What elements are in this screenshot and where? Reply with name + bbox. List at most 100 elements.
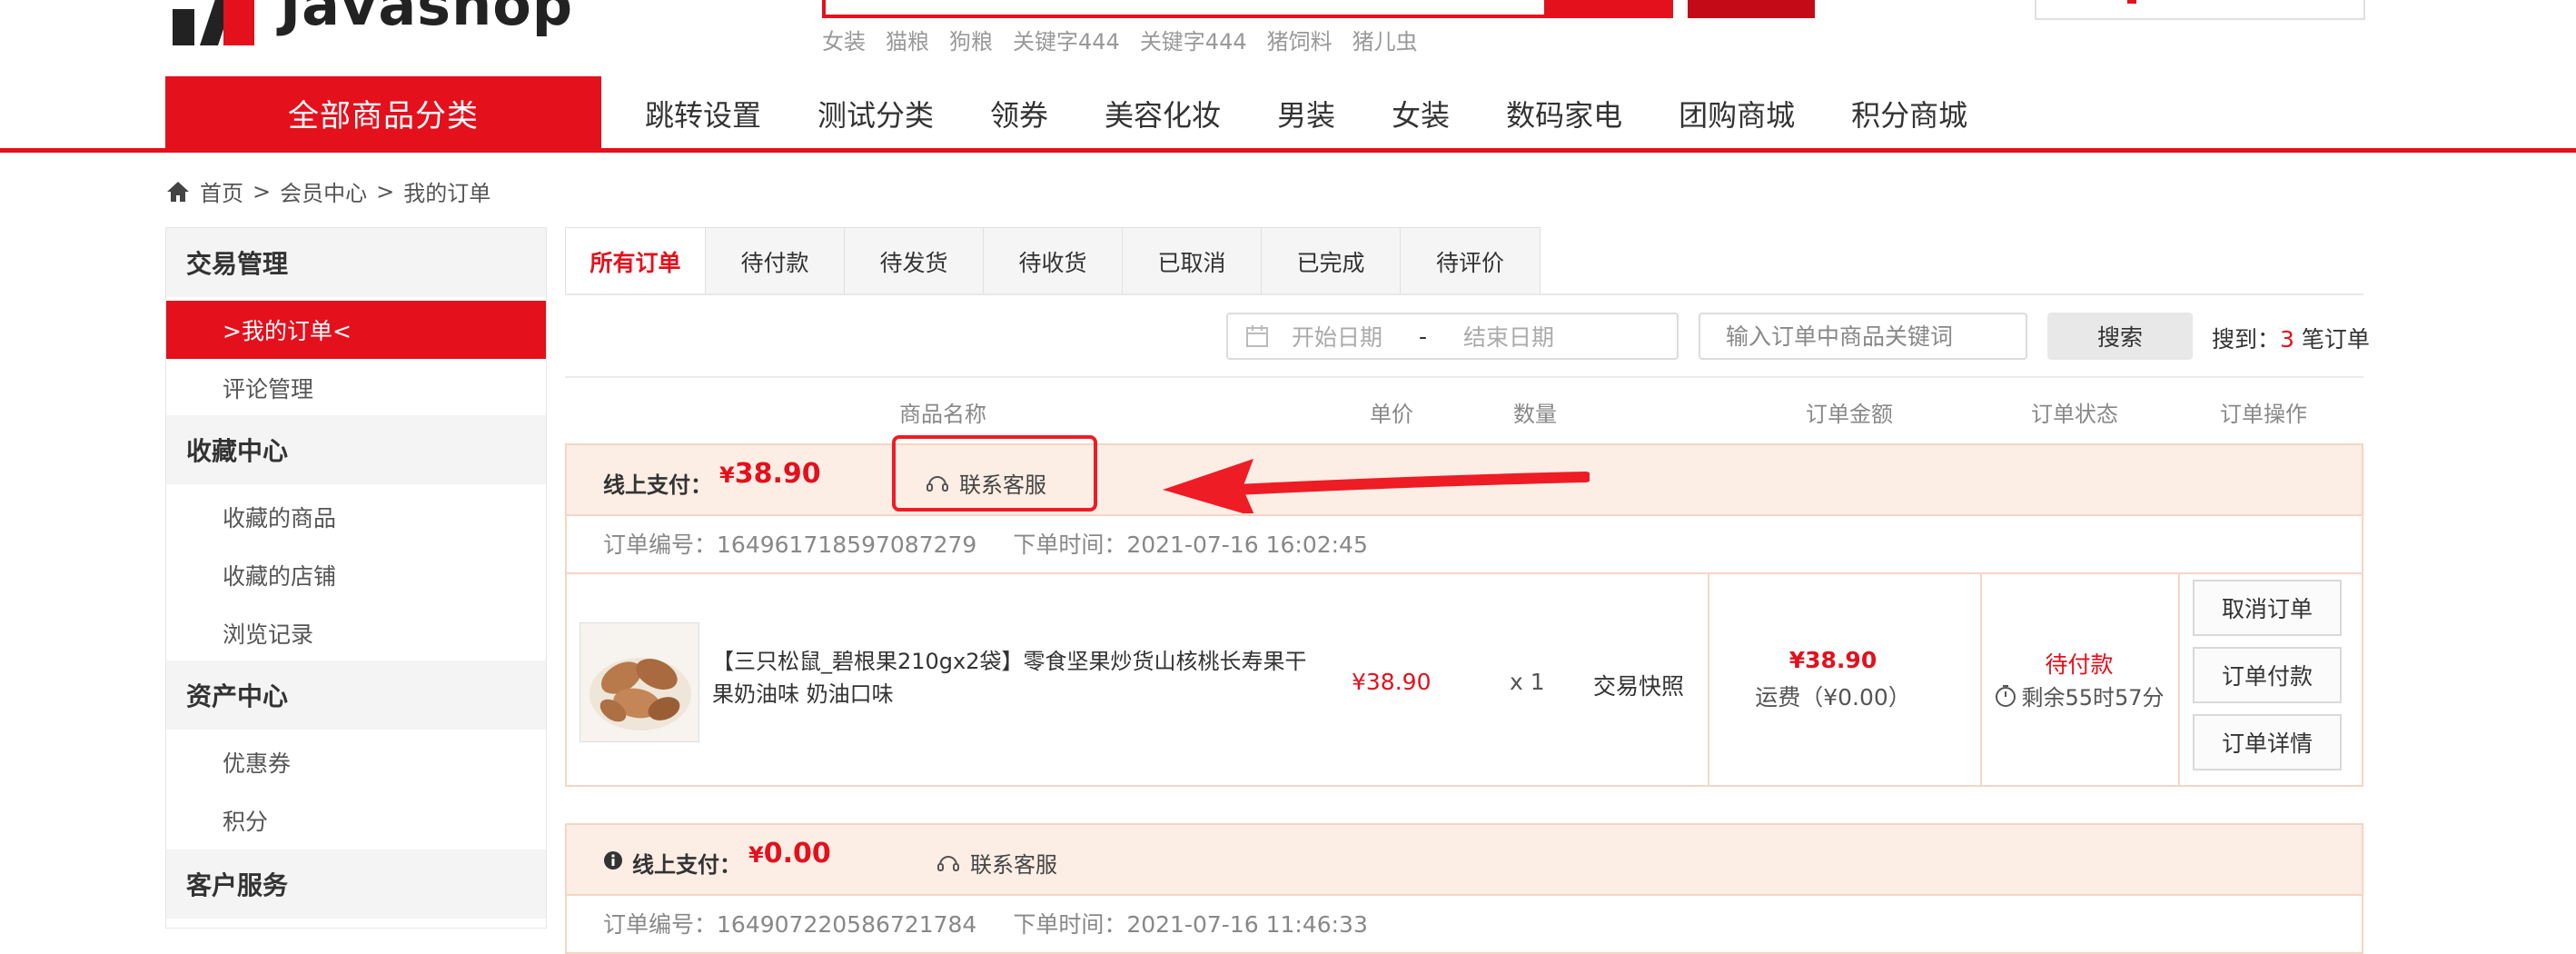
contact-service-label: 联系客服 <box>970 852 1057 878</box>
nav-item[interactable]: 女装 <box>1392 93 1450 134</box>
tab-all-orders[interactable]: 所有订单 <box>566 228 706 295</box>
nav-item[interactable]: 男装 <box>1277 93 1335 134</box>
column-header-status: 订单状态 <box>2031 402 2118 427</box>
tab-pending-shipment[interactable]: 待发货 <box>845 228 984 295</box>
tab-pending-review[interactable]: 待评价 <box>1401 228 1540 295</box>
sidebar-item-fav-goods[interactable]: 收藏的商品 <box>166 488 546 546</box>
column-header-amount: 订单金额 <box>1806 402 1893 427</box>
tab-pending-payment[interactable]: 待付款 <box>706 228 845 295</box>
calendar-icon <box>1246 325 1268 347</box>
hot-word[interactable]: 狗粮 <box>949 24 993 55</box>
date-separator: - <box>1419 323 1428 350</box>
sidebar-item-my-orders[interactable]: >我的订单< <box>166 301 546 359</box>
hot-word[interactable]: 猪饲料 <box>1267 24 1333 55</box>
pay-amount-value: 0.00 <box>763 838 831 870</box>
sidebar-item-points[interactable]: 积分 <box>166 791 546 850</box>
result-suffix: 笔订单 <box>2301 326 2370 353</box>
order-number: 订单编号：164961718597087279 <box>603 527 976 560</box>
column-divider <box>1708 572 1709 785</box>
result-prefix: 搜到： <box>2212 326 2281 353</box>
sidebar-item-reviews[interactable]: 评论管理 <box>166 359 546 417</box>
nav-divider <box>0 148 2576 153</box>
sidebar-section-title: 收藏中心 <box>166 415 546 484</box>
breadcrumb-my-orders: 我的订单 <box>403 181 491 206</box>
cart-button[interactable] <box>2035 0 2365 20</box>
nav-item[interactable]: 数码家电 <box>1506 93 1622 134</box>
nav-item[interactable]: 领券 <box>990 93 1048 134</box>
sidebar-section-title: 客户服务 <box>166 850 546 919</box>
nav-item[interactable]: 跳转设置 <box>645 93 761 134</box>
product-thumbnail[interactable] <box>580 622 699 742</box>
start-date-field[interactable]: 开始日期 <box>1292 320 1382 353</box>
trade-snapshot-link[interactable]: 交易快照 <box>1593 669 1684 701</box>
order-search-button[interactable]: 搜索 <box>2047 313 2193 360</box>
order-header: 线上支付： ¥0.00 联系客服 <box>565 823 2363 896</box>
column-header-product: 商品名称 <box>899 402 986 427</box>
remaining-time-text: 剩余55时57分 <box>2021 685 2165 711</box>
pay-order-button[interactable]: 订单付款 <box>2193 647 2342 703</box>
nav-item[interactable]: 团购商城 <box>1679 93 1795 134</box>
end-date-field[interactable]: 结束日期 <box>1463 320 1554 353</box>
logo-mark-icon <box>173 0 254 45</box>
currency-symbol: ¥ <box>719 462 735 488</box>
breadcrumb-home[interactable]: 首页 <box>200 175 243 207</box>
sidebar-item-history[interactable]: 浏览记录 <box>166 604 546 662</box>
site-logo[interactable]: Javashop <box>173 0 572 55</box>
pay-amount-value: 38.90 <box>734 458 821 490</box>
hot-word[interactable]: 猪儿虫 <box>1352 24 1418 55</box>
contact-service-link[interactable]: 联系客服 <box>936 847 1057 879</box>
site-search-secondary-button[interactable] <box>1688 0 1815 18</box>
logo-text: Javashop <box>280 0 574 38</box>
all-categories-button[interactable]: 全部商品分类 <box>165 76 601 150</box>
order-time-label: 下单时间： <box>1013 911 1127 938</box>
list-divider <box>565 376 2363 378</box>
column-header-price: 单价 <box>1370 402 1413 427</box>
order-number-label: 订单编号： <box>603 911 718 938</box>
order-meta: 订单编号：164907220586721784 下单时间：2021-07-16 … <box>565 894 2363 954</box>
pay-method-label: 线上支付： <box>603 472 712 498</box>
site-search-input[interactable] <box>822 0 1551 18</box>
tab-completed[interactable]: 已完成 <box>1262 228 1401 295</box>
cart-icon <box>2127 0 2136 4</box>
nav-item[interactable]: 积分商城 <box>1851 93 1967 134</box>
order-detail-button[interactable]: 订单详情 <box>2193 714 2342 770</box>
sidebar-item-fav-shops[interactable]: 收藏的店铺 <box>166 546 546 604</box>
order-time-value: 2021-07-16 16:02:45 <box>1126 532 1368 558</box>
site-search-button[interactable] <box>1544 0 1673 18</box>
nav-item[interactable]: 测试分类 <box>817 93 934 134</box>
order-time: 下单时间：2021-07-16 11:46:33 <box>1013 907 1368 939</box>
tabs-divider <box>565 293 2363 295</box>
order-time: 下单时间：2021-07-16 16:02:45 <box>1013 527 1368 560</box>
cancel-order-button[interactable]: 取消订单 <box>2193 580 2342 636</box>
breadcrumb-member-center[interactable]: 会员中心 <box>280 175 367 207</box>
tab-cancelled[interactable]: 已取消 <box>1123 228 1262 295</box>
hot-word[interactable]: 女装 <box>822 24 866 55</box>
pecan-nuts-image <box>580 623 698 741</box>
hot-word[interactable]: 猫粮 <box>886 24 929 55</box>
date-range-picker[interactable]: 开始日期 - 结束日期 <box>1226 313 1679 360</box>
order-tabs: 所有订单 待付款 待发货 待收货 已取消 已完成 待评价 <box>565 227 1541 295</box>
hot-word[interactable]: 关键字444 <box>1140 24 1247 55</box>
currency-symbol: ¥ <box>748 842 764 868</box>
result-count: 3 <box>2280 326 2294 353</box>
column-divider <box>2178 572 2180 785</box>
tab-pending-receipt[interactable]: 待收货 <box>984 228 1123 295</box>
hot-word[interactable]: 关键字444 <box>1013 24 1120 55</box>
search-result-count: 搜到：3 笔订单 <box>2212 322 2370 354</box>
order-number-label: 订单编号： <box>603 532 718 558</box>
annotation-arrow-icon <box>1163 459 1590 513</box>
order-number-value: 164961718597087279 <box>717 532 977 558</box>
nav-item[interactable]: 美容化妆 <box>1105 93 1221 134</box>
product-name-link[interactable]: 【三只松鼠_碧根果210gx2袋】零食坚果炒货山核桃长寿果干果奶油味 奶油口味 <box>712 645 1312 711</box>
pay-amount: ¥38.90 <box>719 458 821 490</box>
pay-method-label: 线上支付： <box>632 852 741 878</box>
quantity: x 1 <box>1510 669 1545 695</box>
order-time-value: 2021-07-16 11:46:33 <box>1126 911 1368 938</box>
breadcrumb-separator: > <box>376 178 395 204</box>
order-status: 待付款 <box>2045 651 2114 678</box>
order-keyword-input[interactable] <box>1699 313 2027 360</box>
order-number: 订单编号：164907220586721784 <box>603 907 976 939</box>
headset-icon <box>937 855 959 871</box>
sidebar-item-coupons[interactable]: 优惠券 <box>166 733 546 791</box>
sidebar-section-title: 交易管理 <box>166 228 546 297</box>
